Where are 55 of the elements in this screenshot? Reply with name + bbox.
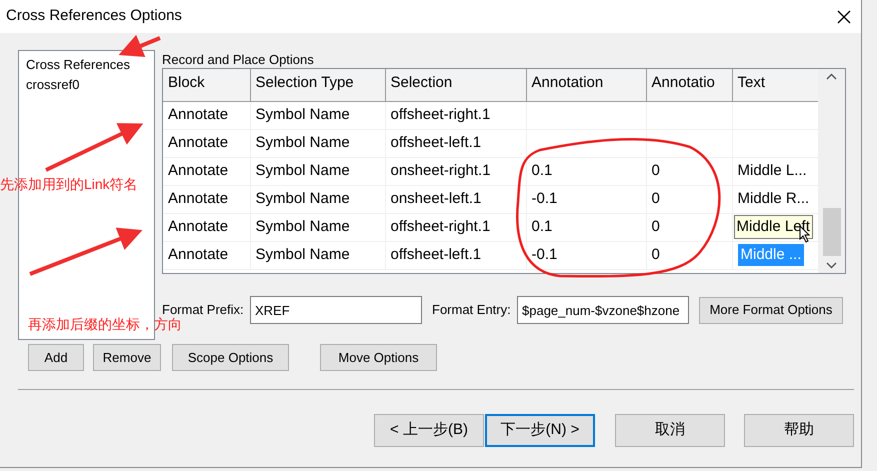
action-button[interactable]: Remove [93, 344, 161, 371]
action-button[interactable]: Move Options [320, 344, 437, 371]
list-item[interactable]: Cross References [26, 55, 147, 75]
table-cell: -0.1 [526, 241, 646, 269]
table-cell: Annotate [163, 213, 250, 241]
wizard-button[interactable]: 下一步(N) > [485, 414, 595, 447]
window-title: Cross References Options [6, 6, 182, 26]
format-prefix-field[interactable]: XREF [250, 296, 422, 324]
table-cell: -0.1 [526, 185, 646, 213]
table-cell: Annotate [163, 241, 250, 269]
table-cell: Annotate [163, 157, 250, 185]
table-cell: Symbol Name [250, 157, 385, 185]
column-header[interactable]: Selection [385, 69, 526, 101]
table-cell: offsheet-left.1 [385, 241, 526, 269]
table-cell: Symbol Name [250, 213, 385, 241]
action-button[interactable]: Scope Options [172, 344, 289, 371]
table-cell: Annotate [163, 101, 250, 129]
list-item[interactable]: crossref0 [26, 75, 147, 95]
wizard-button[interactable]: 帮助 [744, 414, 854, 447]
more-format-options-button[interactable]: More Format Options [699, 296, 843, 324]
format-entry-field[interactable]: $page_num-$vzone$hzone [517, 296, 689, 324]
annotation-note: 再添加后缀的坐标，方向 [28, 315, 182, 334]
wizard-button[interactable]: < 上一步(B) [374, 414, 484, 447]
table-cell: Symbol Name [250, 129, 385, 157]
action-button[interactable]: Add [28, 344, 84, 371]
table-cell: onsheet-left.1 [385, 185, 526, 213]
scroll-down-icon[interactable] [826, 262, 837, 269]
column-header[interactable]: Annotation [526, 69, 646, 101]
format-prefix-label: Format Prefix: [162, 301, 245, 318]
section-label: Record and Place Options [162, 51, 315, 68]
table-cell: 0 [646, 185, 732, 213]
table-cell: offsheet-right.1 [385, 213, 526, 241]
table-cell: onsheet-right.1 [385, 157, 526, 185]
table-cell: Annotate [163, 129, 250, 157]
column-header[interactable]: Text [732, 69, 818, 101]
column-header[interactable]: Selection Type [250, 69, 385, 101]
table-cell: Annotate [163, 185, 250, 213]
table-cell: Symbol Name [250, 185, 385, 213]
table-cell: Symbol Name [250, 241, 385, 269]
table-cell: 0 [646, 157, 732, 185]
table-cell: offsheet-right.1 [385, 101, 526, 129]
table-cell: 0 [646, 241, 732, 269]
scroll-up-icon[interactable] [826, 73, 837, 80]
column-header[interactable]: Block [163, 69, 250, 101]
format-entry-label: Format Entry: [432, 301, 512, 320]
scrollbar[interactable] [818, 69, 845, 273]
table-cell: 0.1 [526, 213, 646, 241]
table-cell: offsheet-left.1 [385, 129, 526, 157]
table-cell: 0.1 [526, 157, 646, 185]
wizard-button[interactable]: 取消 [615, 414, 725, 447]
table-cell: Symbol Name [250, 101, 385, 129]
table-cell: 0 [646, 213, 732, 241]
scrollbar-thumb[interactable] [822, 208, 840, 256]
column-header[interactable]: Annotatio [646, 69, 732, 101]
close-icon[interactable] [837, 10, 851, 24]
